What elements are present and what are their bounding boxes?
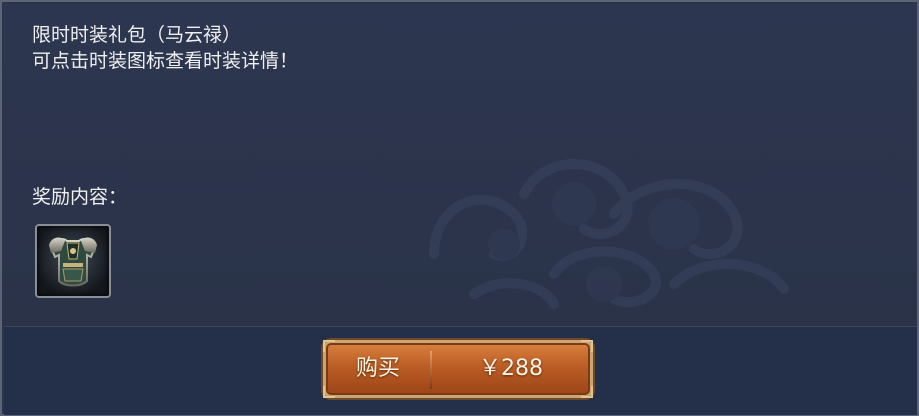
dialog-content: 限时时装礼包（马云禄） 可点击时装图标查看时装详情！ 奖励内容： — [4, 4, 917, 326]
buy-button[interactable]: 购买 ￥288 — [323, 340, 593, 398]
price-label: ￥288 — [479, 356, 543, 381]
armor-icon — [49, 237, 97, 287]
reward-label: 奖励内容： — [32, 186, 128, 208]
gift-pack-hint: 可点击时装图标查看时装详情！ — [32, 50, 299, 72]
gift-pack-dialog: 限时时装礼包（马云禄） 可点击时装图标查看时装详情！ 奖励内容： 购买 ￥288 — [0, 0, 919, 416]
reward-item-slot[interactable] — [35, 224, 111, 298]
cloud-pattern-icon — [429, 159, 789, 309]
corner-ornament-icon — [581, 386, 593, 398]
gift-pack-title: 限时时装礼包（马云禄） — [32, 24, 242, 46]
corner-ornament-icon — [323, 340, 335, 352]
buy-button-label: 购买 — [355, 356, 400, 381]
corner-ornament-icon — [581, 340, 593, 352]
corner-ornament-icon — [323, 386, 335, 398]
button-divider — [430, 351, 432, 389]
gift-pack-description: 限时时装礼包（马云禄） 可点击时装图标查看时装详情！ — [32, 22, 298, 74]
